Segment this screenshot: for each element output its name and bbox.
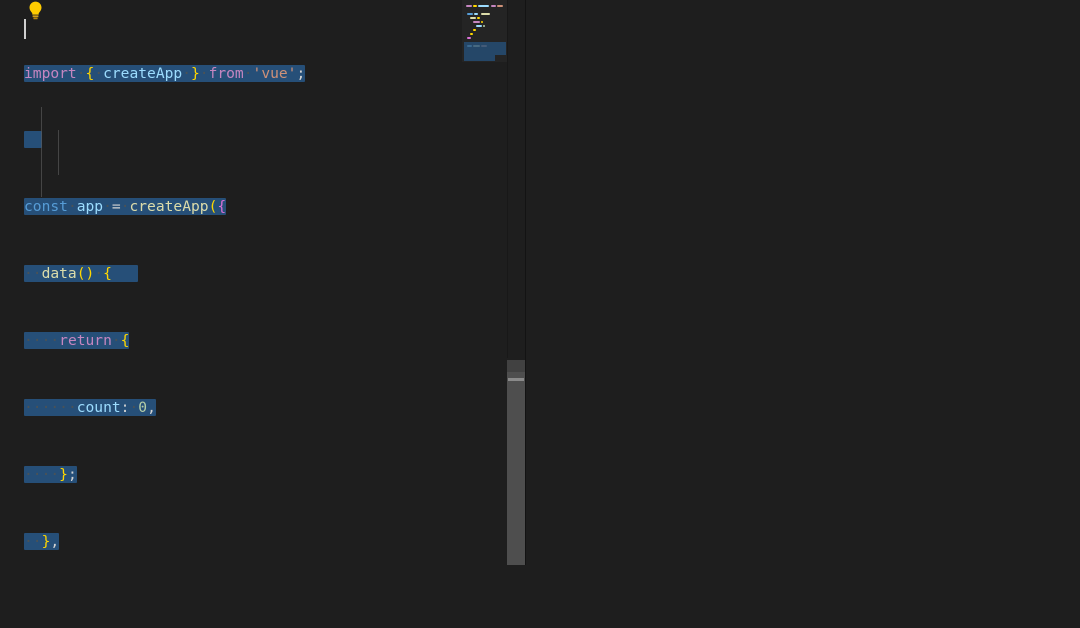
- indent-guide: [58, 130, 59, 175]
- editor-line-3[interactable]: const·app·=·createApp({: [24, 196, 305, 218]
- editor-minimap[interactable]: [462, 0, 507, 565]
- carbon-preview-pane: 1 import { createApp } from 'vue'; 2 3 c…: [526, 0, 1080, 565]
- scrollbar-thumb-mark: [508, 378, 524, 381]
- scrollbar-track-cap: [507, 360, 525, 372]
- minimap-selection: [464, 55, 495, 61]
- editor-code[interactable]: import·{·createApp·}·from·'vue'; const·a…: [24, 18, 306, 565]
- minimap-border: [507, 0, 508, 358]
- vertical-scrollbar[interactable]: [507, 360, 525, 565]
- screen-root: import·{·createApp·}·from·'vue'; const·a…: [0, 0, 1080, 565]
- editor-line-5[interactable]: ····return·{: [24, 330, 305, 352]
- editor-line-8[interactable]: ··},: [24, 531, 305, 553]
- editor-line-7[interactable]: ····};: [24, 464, 305, 486]
- minimap-selection: [464, 42, 506, 55]
- editor-line-4[interactable]: ··data()·{: [24, 263, 305, 285]
- editor-line-6[interactable]: ······count:·0,: [24, 397, 305, 419]
- editor-line-1[interactable]: import·{·createApp·}·from·'vue';: [24, 63, 306, 85]
- editor-line-2[interactable]: [24, 129, 305, 151]
- indent-guide: [41, 107, 42, 197]
- vscode-editor-pane[interactable]: import·{·createApp·}·from·'vue'; const·a…: [0, 0, 525, 565]
